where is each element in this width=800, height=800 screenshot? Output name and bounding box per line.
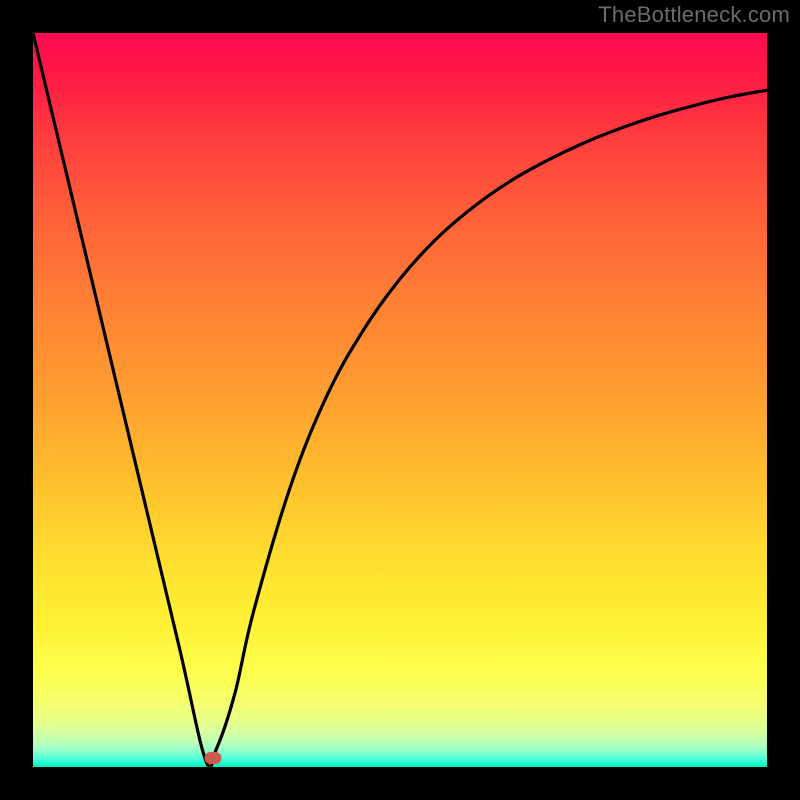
plot-area: [33, 33, 767, 767]
curve-svg: [33, 33, 767, 767]
watermark-text: TheBottleneck.com: [598, 2, 790, 28]
optimal-point-marker: [204, 752, 221, 764]
bottleneck-curve-path: [33, 33, 767, 767]
chart-frame: TheBottleneck.com: [0, 0, 800, 800]
